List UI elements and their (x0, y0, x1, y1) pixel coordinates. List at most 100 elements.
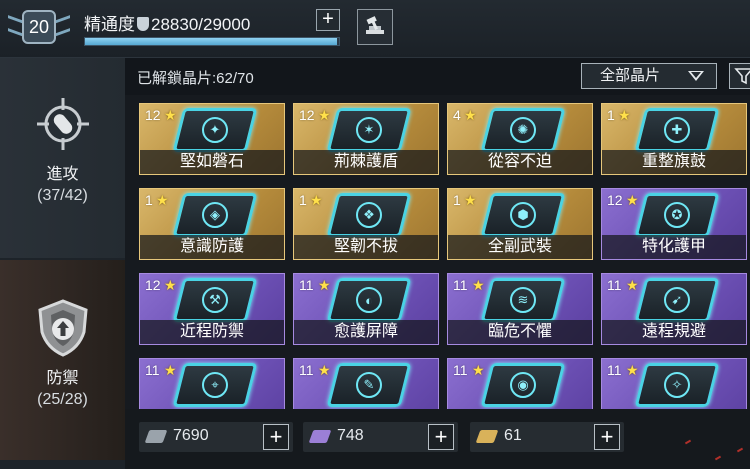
ember-decoration (714, 455, 722, 461)
chip-name: 從容不迫 (448, 150, 592, 174)
chip-card[interactable]: 11 ★ ⌖ (139, 358, 285, 409)
add-mastery-button[interactable]: + (316, 9, 340, 31)
category-sidebar: 進攻 (37/42) 防禦 (25/28) (0, 58, 125, 469)
chip-level: 1 (145, 192, 153, 208)
chip-level: 12 (145, 107, 161, 123)
mastery-label-text: 精通度 (84, 15, 135, 34)
chip-grid: 12 ★ ✦ 堅如磐石 12 ★ ✶ 荊棘護盾 4 ★ ✺ 從容不迫 1 ★ ✚ 重整旗鼓 1 ★ ◈ 意識防護 1 ★ ❖… (125, 95, 750, 409)
star-icon: ★ (310, 192, 323, 208)
star-icon: ★ (618, 107, 631, 123)
chip-level: 12 (299, 107, 315, 123)
chip-card[interactable]: 11 ★ ◉ (447, 358, 593, 409)
add-gold-crystal-button[interactable]: + (594, 424, 620, 450)
chip-emblem-icon: ✺ (510, 117, 536, 143)
star-icon: ★ (318, 362, 331, 378)
chip-name: 堅韌不拔 (294, 235, 438, 259)
funnel-filter-button[interactable] (729, 63, 750, 89)
chip-card[interactable]: 1 ★ ⬢ 全副武裝 (447, 188, 593, 260)
chip-card[interactable]: 12 ★ ✪ 特化護甲 (601, 188, 747, 260)
chip-level: 11 (299, 362, 314, 378)
chip-card[interactable]: 12 ★ ✦ 堅如磐石 (139, 103, 285, 175)
chip-card[interactable]: 11 ★ ≋ 臨危不懼 (447, 273, 593, 345)
mastery-label: 精通度 28830/29000 (84, 10, 250, 35)
chip-name: 荊棘護盾 (294, 150, 438, 174)
chip-card[interactable]: 1 ★ ❖ 堅韌不拔 (293, 188, 439, 260)
chip-emblem-icon: ◉ (510, 372, 536, 398)
chip-graphic: ✚ (634, 108, 720, 152)
chip-filter-dropdown[interactable]: 全部晶片 (581, 63, 717, 89)
chip-graphic: ⚒ (172, 278, 258, 322)
filter-selected-label: 全部晶片 (600, 67, 661, 84)
chip-level: 1 (453, 192, 461, 208)
resource-purple: 748 + (303, 422, 458, 452)
chip-emblem-icon: ≋ (510, 287, 536, 313)
chip-level: 11 (453, 362, 468, 378)
star-icon: ★ (164, 362, 177, 378)
star-icon: ★ (156, 192, 169, 208)
chip-emblem-icon: ◈ (202, 202, 228, 228)
tab-attack-label: 進攻 (46, 166, 79, 183)
chip-graphic: ◉ (480, 363, 566, 407)
star-icon: ★ (472, 362, 485, 378)
purple-crystal-icon (308, 430, 332, 443)
resource-gray-value: 7690 (173, 427, 209, 444)
chip-level: 12 (145, 277, 161, 293)
chip-emblem-icon: ✎ (356, 372, 382, 398)
resource-purple-value: 748 (337, 427, 364, 444)
chip-level: 11 (145, 362, 160, 378)
mastery-value: 28830/29000 (151, 15, 251, 34)
add-purple-crystal-button[interactable]: + (428, 424, 454, 450)
tab-defense-count: (25/28) (37, 391, 88, 408)
tab-attack[interactable]: 進攻 (37/42) (0, 58, 125, 258)
chip-card[interactable]: 11 ★ ➹ 遠程規避 (601, 273, 747, 345)
star-icon: ★ (626, 277, 639, 293)
chip-card[interactable]: 1 ★ ◈ 意識防護 (139, 188, 285, 260)
resource-gray: 7690 + (139, 422, 293, 452)
chip-card[interactable]: 11 ★ ◐ 愈護屏障 (293, 273, 439, 345)
chip-graphic: ✧ (634, 363, 720, 407)
chip-emblem-icon: ➹ (664, 287, 690, 313)
resource-gold: 61 + (470, 422, 624, 452)
chip-name: 愈護屏障 (294, 320, 438, 344)
star-icon: ★ (626, 362, 639, 378)
chip-graphic: ◈ (172, 193, 258, 237)
chip-name: 特化護甲 (602, 235, 746, 259)
chip-emblem-icon: ✶ (356, 117, 382, 143)
chip-card[interactable]: 4 ★ ✺ 從容不迫 (447, 103, 593, 175)
chip-name: 近程防禦 (140, 320, 284, 344)
funnel-icon (734, 68, 750, 85)
star-icon: ★ (472, 277, 485, 293)
chip-card[interactable]: 11 ★ ✧ (601, 358, 747, 409)
chip-graphic: ◐ (326, 278, 412, 322)
unlocked-count: 已解鎖晶片:62/70 (137, 70, 254, 87)
chip-emblem-icon: ⚒ (202, 287, 228, 313)
level-number: 20 (22, 10, 56, 44)
star-icon: ★ (464, 107, 477, 123)
add-gray-crystal-button[interactable]: + (263, 424, 289, 450)
shield-icon (137, 17, 149, 31)
chip-level: 11 (607, 277, 622, 293)
resource-bar: 7690 + 748 + 61 + (125, 409, 750, 469)
star-icon: ★ (318, 107, 331, 123)
badge-wing-right-icon (54, 15, 70, 37)
chip-card[interactable]: 12 ★ ✶ 荊棘護盾 (293, 103, 439, 175)
tab-defense[interactable]: 防禦 (25/28) (0, 260, 125, 460)
star-icon: ★ (626, 192, 639, 208)
chip-graphic: ⬢ (480, 193, 566, 237)
chip-graphic: ✺ (480, 108, 566, 152)
chip-graphic: ✶ (326, 108, 412, 152)
chip-card[interactable]: 1 ★ ✚ 重整旗鼓 (601, 103, 747, 175)
upgrade-tool-button[interactable] (357, 9, 393, 45)
chip-emblem-icon: ✦ (202, 117, 228, 143)
chip-card[interactable]: 12 ★ ⚒ 近程防禦 (139, 273, 285, 345)
ember-decoration (736, 447, 744, 453)
chip-name: 遠程規避 (602, 320, 746, 344)
level-badge[interactable]: 20 (8, 4, 70, 52)
chevron-down-icon (688, 71, 704, 81)
star-icon: ★ (164, 277, 177, 293)
chip-emblem-icon: ⌖ (202, 372, 228, 398)
chip-level: 11 (299, 277, 314, 293)
chip-card[interactable]: 11 ★ ✎ (293, 358, 439, 409)
chip-graphic: ✦ (172, 108, 258, 152)
tab-attack-count: (37/42) (37, 187, 88, 204)
